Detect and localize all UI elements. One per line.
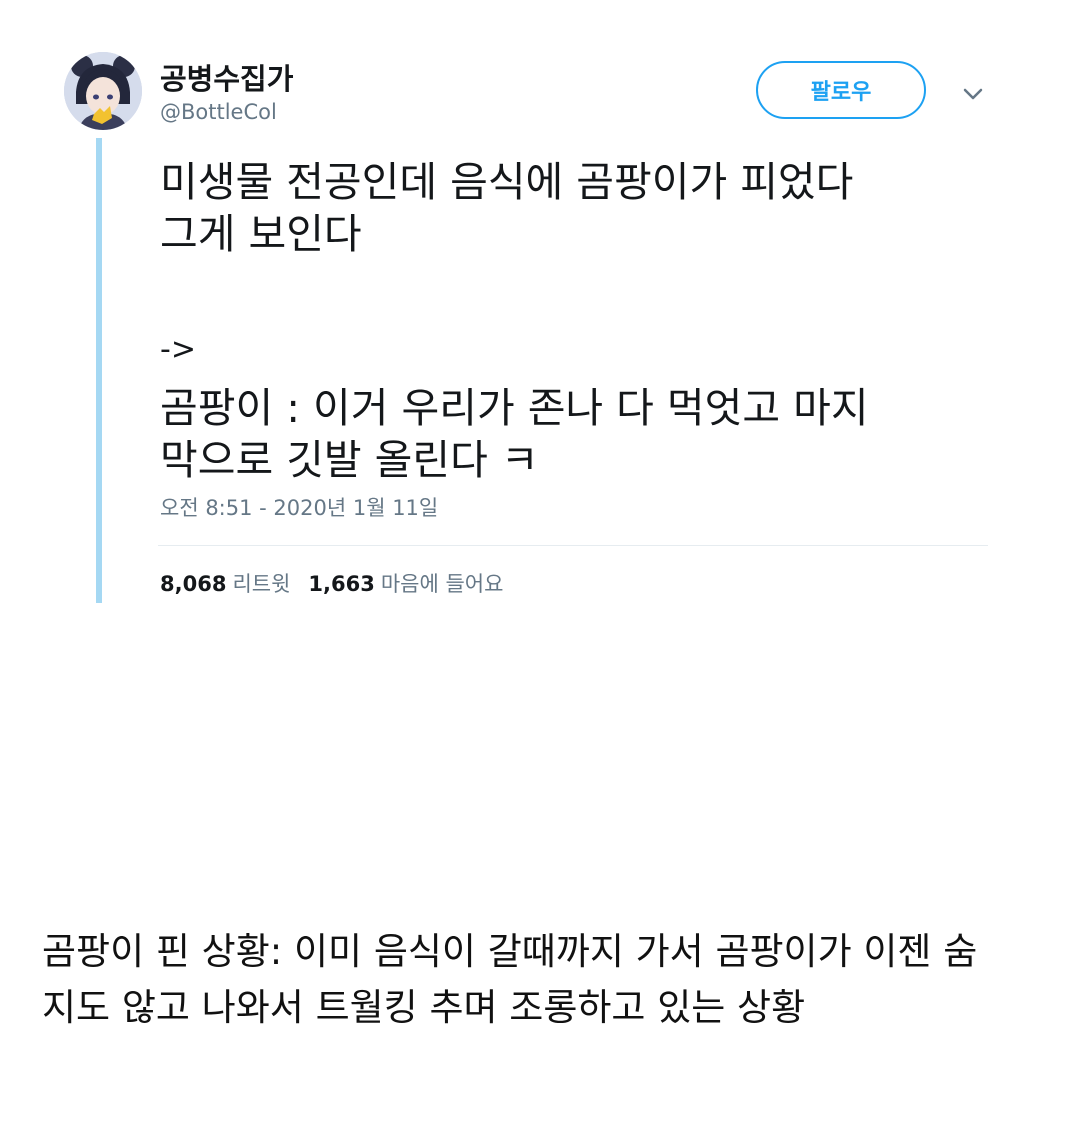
- caption-line: 곰팡이 핀 상황: 이미 음식이 갈때까지 가서 곰팡이가 이젠 숨: [42, 930, 978, 973]
- retweet-label: 리트윗: [232, 572, 291, 596]
- tweet-text-line: 막으로 깃발 올린다 ㅋ: [160, 436, 539, 484]
- tweet-arrow: ->: [160, 332, 196, 367]
- user-handle[interactable]: @BottleCol: [160, 100, 277, 124]
- retweet-count: 8,068: [160, 572, 227, 596]
- divider: [158, 545, 988, 546]
- tweet-text: 미생물 전공인데 음식에 곰팡이가 피었다 그게 보인다 -> 곰팡이 : 이거…: [160, 156, 1010, 486]
- tweet-text-line: 미생물 전공인데 음식에 곰팡이가 피었다: [160, 158, 854, 206]
- more-options-button[interactable]: [958, 82, 988, 106]
- tweet-timestamp[interactable]: 오전 8:51 - 2020년 1월 11일: [160, 492, 438, 522]
- tweet-card: 공병수집가 @BottleCol 팔로우 미생물 전공인데 음식에 곰팡이가 피…: [0, 0, 1080, 610]
- tweet-text-line: 그게 보인다: [160, 210, 362, 258]
- avatar[interactable]: [64, 52, 142, 130]
- caption-line: 지도 않고 나와서 트월킹 추며 조롱하고 있는 상황: [42, 986, 806, 1029]
- follow-button[interactable]: 팔로우: [756, 61, 926, 119]
- chevron-down-icon: [963, 88, 983, 100]
- display-name[interactable]: 공병수집가: [160, 56, 293, 98]
- retweet-stat[interactable]: 8,068 리트윗: [160, 572, 308, 596]
- tweet-text-line: 곰팡이 : 이거 우리가 존나 다 먹엇고 마지: [160, 384, 869, 432]
- like-stat[interactable]: 1,663 마음에 들어요: [308, 572, 521, 596]
- caption: 곰팡이 핀 상황: 이미 음식이 갈때까지 가서 곰팡이가 이젠 숨 지도 않고…: [42, 924, 1052, 1036]
- like-label: 마음에 들어요: [380, 572, 504, 596]
- avatar-illustration-icon: [64, 52, 142, 130]
- thread-line: [96, 138, 102, 603]
- like-count: 1,663: [308, 572, 375, 596]
- tweet-stats: 8,068 리트윗 1,663 마음에 들어요: [160, 568, 521, 598]
